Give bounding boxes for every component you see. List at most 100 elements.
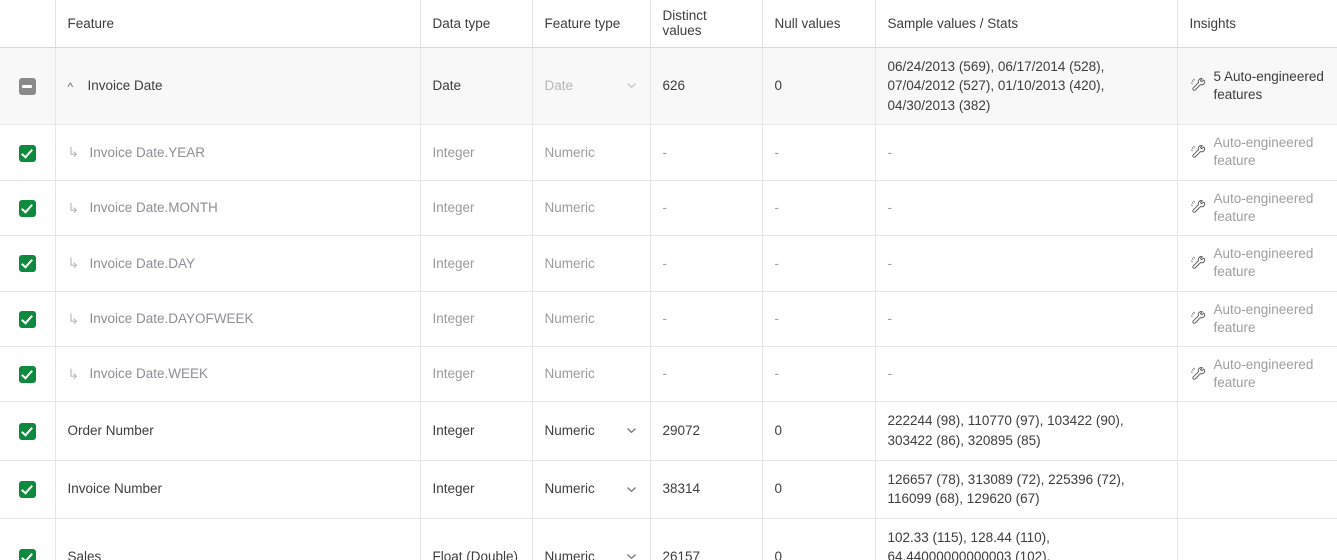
cell-sample-values: 126657 (78), 313089 (72), 225396 (72), 1…: [875, 460, 1178, 519]
feature-type-value: Numeric: [544, 423, 595, 439]
feature-type-select[interactable]: Numeric: [545, 198, 638, 218]
cell-feature-name[interactable]: ↳ Invoice Date.WEEK: [55, 346, 421, 403]
cell-row-selection[interactable]: [0, 180, 56, 237]
column-header-null-values[interactable]: Null values: [762, 0, 876, 48]
cell-null-values: -: [762, 124, 876, 181]
cell-feature-type[interactable]: Date: [532, 47, 651, 126]
table-row[interactable]: ↳ Invoice Date.DAY Integer Numeric - - - Auto-e…: [0, 235, 1337, 292]
cell-feature-name[interactable]: Invoice Number: [55, 460, 421, 519]
cell-row-selection[interactable]: [0, 346, 56, 403]
feature-type-select[interactable]: Numeric: [545, 364, 638, 384]
sample-values-label: -: [887, 255, 893, 271]
null-values-label: -: [774, 366, 780, 382]
column-header-data-type[interactable]: Data type: [420, 0, 533, 48]
cell-insights: 5 Auto-engineered features: [1177, 47, 1337, 126]
column-header-sample-values[interactable]: Sample values / Stats: [875, 0, 1178, 48]
cell-feature-type[interactable]: Numeric: [532, 460, 651, 519]
cell-row-selection[interactable]: [0, 291, 56, 347]
cell-row-selection[interactable]: [0, 124, 56, 181]
column-header-feature[interactable]: Feature: [55, 0, 421, 48]
table-row[interactable]: Sales Float (Double) Numeric 26157 0 102.33 (…: [0, 518, 1337, 560]
feature-type-select[interactable]: Numeric: [545, 479, 638, 499]
cell-feature-name[interactable]: Order Number: [55, 401, 421, 461]
cell-feature-type[interactable]: Numeric: [532, 180, 651, 237]
table-row[interactable]: ↳ Invoice Date.MONTH Integer Numeric - - - Auto…: [0, 180, 1337, 237]
sub-feature-arrow-icon: ↳: [67, 144, 80, 161]
table-row[interactable]: ^ Invoice Date Date Date 626 0 06/24/2013 (569…: [0, 47, 1337, 126]
cell-insights: Auto-engineered feature: [1177, 180, 1337, 237]
row-select-checkbox[interactable]: [18, 255, 36, 273]
cell-distinct-values: 38314: [650, 460, 763, 519]
table-row[interactable]: ↳ Invoice Date.WEEK Integer Numeric - - - Auto-…: [0, 346, 1337, 403]
feature-type-value: Numeric: [544, 310, 595, 326]
feature-type-select[interactable]: Numeric: [545, 254, 638, 274]
chevron-down-icon[interactable]: [625, 550, 638, 560]
feature-type-value: Numeric: [544, 481, 595, 497]
cell-row-selection[interactable]: [0, 460, 56, 519]
cell-feature-type[interactable]: Numeric: [532, 291, 651, 347]
table-row[interactable]: ↳ Invoice Date.DAYOFWEEK Integer Numeric - - -…: [0, 291, 1337, 347]
chevron-down-icon[interactable]: [625, 424, 638, 437]
row-select-checkbox[interactable]: [18, 423, 36, 441]
feature-type-select[interactable]: Numeric: [545, 421, 638, 441]
cell-feature-name[interactable]: ↳ Invoice Date.MONTH: [55, 180, 421, 237]
header-row: Feature Data type Feature type Distinct …: [0, 0, 1337, 48]
feature-type-select[interactable]: Numeric: [545, 309, 638, 329]
insight-label: Auto-engineered feature: [1213, 356, 1314, 391]
cell-feature-type[interactable]: Numeric: [532, 346, 651, 403]
cell-feature-type[interactable]: Numeric: [532, 124, 651, 181]
column-header-insights[interactable]: Insights: [1177, 0, 1337, 48]
row-select-checkbox[interactable]: [18, 200, 36, 217]
row-select-checkbox[interactable]: [18, 481, 36, 499]
chevron-up-icon[interactable]: ^: [68, 81, 80, 93]
feature-type-select[interactable]: Numeric: [545, 547, 638, 560]
row-select-checkbox[interactable]: [18, 78, 36, 95]
insight-label: 5 Auto-engineered features: [1213, 68, 1324, 102]
cell-feature-type[interactable]: Numeric: [532, 235, 651, 292]
cell-row-selection[interactable]: [0, 47, 56, 126]
cell-row-selection[interactable]: [0, 235, 56, 292]
cell-data-type: Float (Double): [420, 518, 533, 560]
cell-distinct-values: -: [650, 180, 763, 237]
cell-null-values: -: [762, 235, 876, 292]
sample-values-label: -: [887, 366, 893, 382]
data-type-label: Date: [432, 78, 462, 94]
feature-type-select[interactable]: Numeric: [545, 143, 638, 163]
insight-label: Auto-engineered feature: [1213, 135, 1314, 169]
cell-null-values: 0: [762, 460, 876, 519]
table-row[interactable]: Invoice Number Integer Numeric 38314 0 126657…: [0, 460, 1337, 519]
cell-feature-name[interactable]: Sales: [55, 518, 421, 560]
row-select-checkbox[interactable]: [18, 144, 36, 162]
sample-values-label: 06/24/2013 (569), 06/17/2014 (528), 07/0…: [887, 58, 1105, 113]
feature-name-label: Invoice Date: [87, 78, 163, 94]
cell-feature-type[interactable]: Numeric: [532, 401, 651, 461]
cell-insights: Auto-engineered feature: [1177, 235, 1337, 292]
data-type-label: Integer: [432, 423, 475, 439]
sample-values-label: 102.33 (115), 128.44 (110), 64.440000000…: [887, 529, 1051, 560]
cell-feature-name[interactable]: ↳ Invoice Date.YEAR: [55, 124, 421, 181]
cell-distinct-values: -: [650, 124, 763, 181]
chevron-down-icon[interactable]: [625, 79, 638, 92]
feature-type-select[interactable]: Date: [545, 76, 638, 96]
cell-null-values: -: [762, 180, 876, 237]
column-header-feature-type[interactable]: Feature type: [532, 0, 651, 48]
cell-row-selection[interactable]: [0, 401, 56, 461]
chevron-down-icon[interactable]: [625, 483, 638, 496]
cell-feature-type[interactable]: Numeric: [532, 518, 651, 560]
cell-sample-values: -: [875, 235, 1178, 292]
cell-data-type: Integer: [420, 235, 533, 292]
cell-null-values: -: [762, 346, 876, 403]
cell-insights: [1177, 460, 1337, 519]
insight-label: Auto-engineered feature: [1213, 301, 1314, 335]
column-header-distinct-values[interactable]: Distinct values: [650, 0, 763, 48]
null-values-label: 0: [774, 549, 783, 560]
row-select-checkbox[interactable]: [18, 310, 36, 328]
row-select-checkbox[interactable]: [18, 549, 36, 560]
cell-row-selection[interactable]: [0, 518, 56, 560]
table-row[interactable]: ↳ Invoice Date.YEAR Integer Numeric - - - Auto-…: [0, 124, 1337, 181]
table-row[interactable]: Order Number Integer Numeric 29072 0 222244 (…: [0, 401, 1337, 461]
cell-feature-name[interactable]: ^ Invoice Date: [55, 47, 421, 126]
cell-feature-name[interactable]: ↳ Invoice Date.DAYOFWEEK: [55, 291, 421, 347]
cell-feature-name[interactable]: ↳ Invoice Date.DAY: [55, 235, 421, 292]
row-select-checkbox[interactable]: [18, 366, 36, 384]
